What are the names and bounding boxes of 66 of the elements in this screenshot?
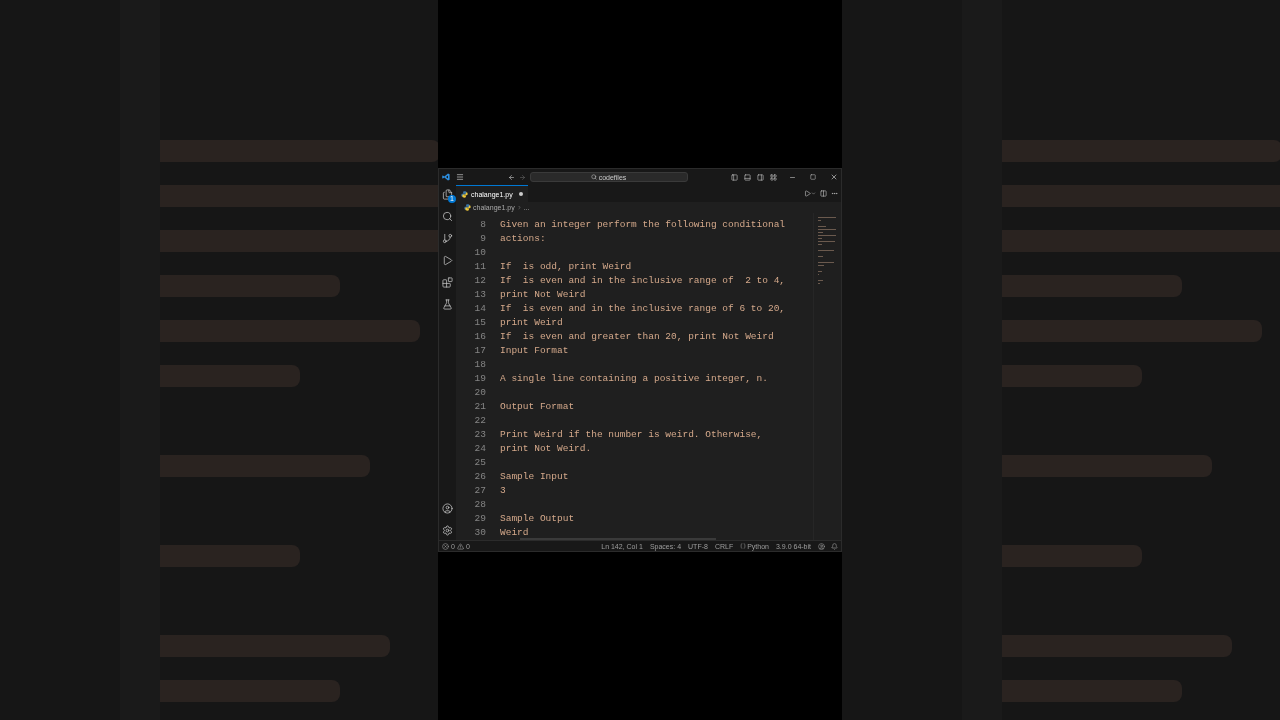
line-number: 10 <box>473 246 486 260</box>
code-line: Sample Input <box>500 470 569 484</box>
code-line: If is even and greater than 20, print Not Weird <box>500 330 774 344</box>
code-line: A single line containing a positive integer, n. <box>500 372 768 386</box>
maximize-icon[interactable] <box>810 174 816 180</box>
settings-icon[interactable] <box>442 525 453 536</box>
line-number: 11 <box>473 260 486 274</box>
account-status-icon[interactable] <box>818 542 825 550</box>
line-number: 25 <box>473 456 486 470</box>
line-number: 13 <box>473 288 486 302</box>
line-number: 26 <box>473 470 486 484</box>
line-number: 12 <box>473 274 486 288</box>
line-number: 28 <box>473 498 486 512</box>
code-line: Weird <box>500 526 529 540</box>
line-number: 22 <box>473 414 486 428</box>
code-line: print Weird <box>500 316 563 330</box>
source-control-icon[interactable] <box>442 233 453 244</box>
python-file-icon <box>461 190 468 198</box>
warning-icon <box>456 542 464 550</box>
search-icon[interactable] <box>442 211 453 222</box>
line-number: 30 <box>473 526 486 540</box>
flask-icon[interactable] <box>442 299 453 310</box>
line-number: 18 <box>473 358 486 372</box>
code-line: Input Format <box>500 344 569 358</box>
code-line: actions: <box>500 232 546 246</box>
python-file-icon <box>464 204 471 211</box>
line-number: 8 <box>479 218 486 232</box>
toggle-panel-icon[interactable] <box>744 173 751 181</box>
line-number: 29 <box>473 512 486 526</box>
line-number: 16 <box>473 330 486 344</box>
line-number: 20 <box>473 386 486 400</box>
extensions-icon[interactable] <box>442 277 453 288</box>
layout-icon[interactable] <box>770 173 777 181</box>
code-line: If is even and in the inclusive range of 2 to 4, <box>500 274 786 288</box>
account-icon[interactable] <box>442 503 453 514</box>
chevron-icon <box>516 205 522 210</box>
code-line: print Not Weird <box>500 288 586 302</box>
toggle-sidebar-icon[interactable] <box>731 173 738 181</box>
split-editor-icon[interactable] <box>820 190 827 197</box>
back-icon[interactable] <box>507 173 515 181</box>
menu-icon[interactable] <box>456 173 464 181</box>
code-line: Print Weird if the number is weird. Otherwise, <box>500 428 763 442</box>
line-number: 27 <box>473 484 486 498</box>
run-icon[interactable] <box>804 190 816 197</box>
line-number: 14 <box>473 302 486 316</box>
code-line: If is odd, print Weird <box>500 260 632 274</box>
line-number: 24 <box>473 442 486 456</box>
line-number: 15 <box>473 316 486 330</box>
close-icon[interactable] <box>830 173 838 181</box>
error-icon <box>442 542 449 550</box>
line-number: 9 <box>479 232 486 246</box>
code-line: Output Format <box>500 400 575 414</box>
braces-icon <box>740 543 747 549</box>
line-number: 17 <box>473 344 486 358</box>
line-number: 23 <box>473 428 486 442</box>
search-icon <box>590 174 597 180</box>
code-line: print Not Weird. <box>500 442 592 456</box>
line-number: 19 <box>473 372 486 386</box>
app-logo-icon <box>442 173 450 181</box>
code-line: If is even and in the inclusive range of 6 to 20, <box>500 302 786 316</box>
line-number: 21 <box>473 400 486 414</box>
code-line: Given an integer perform the following conditional <box>500 218 786 232</box>
toggle-secondary-sidebar-icon[interactable] <box>757 173 764 181</box>
code-line: Sample Output <box>500 512 575 526</box>
code-line: 3 <box>500 484 506 498</box>
run-debug-icon[interactable] <box>442 255 453 266</box>
